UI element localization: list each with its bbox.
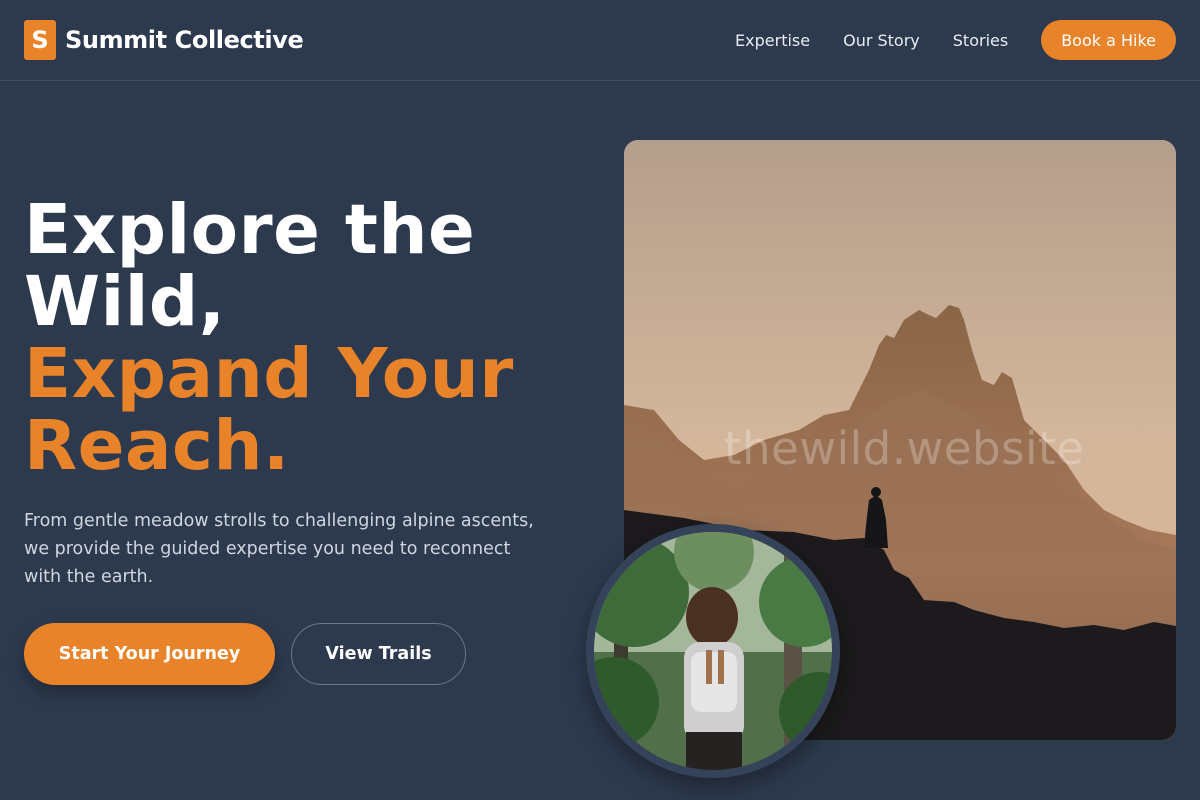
watermark-text: thewild.website (724, 422, 1085, 475)
nav-link-stories[interactable]: Stories (953, 31, 1008, 50)
forest-hiker-photo (586, 524, 840, 778)
brand-name: Summit Collective (65, 26, 304, 54)
hero-title: Explore the Wild, Expand Your Reach. (24, 194, 604, 482)
hero-title-line-3: Expand Your (24, 334, 514, 414)
nav-link-our-story[interactable]: Our Story (843, 31, 920, 50)
forest-illustration (594, 532, 832, 770)
hero-title-line-1: Explore the (24, 190, 476, 270)
main-nav: Expertise Our Story Stories Book a Hike (735, 20, 1176, 60)
hero-title-line-4: Reach. (24, 406, 290, 486)
page: S Summit Collective Expertise Our Story … (0, 0, 1200, 800)
logo-mark: S (24, 20, 56, 60)
hero-description: From gentle meadow strolls to challengin… (24, 511, 534, 587)
hero-title-line-2: Wild, (24, 262, 226, 342)
start-your-journey-button[interactable]: Start Your Journey (24, 623, 275, 685)
site-header: S Summit Collective Expertise Our Story … (0, 0, 1200, 81)
logo[interactable]: S Summit Collective (24, 20, 304, 60)
book-a-hike-button[interactable]: Book a Hike (1041, 20, 1176, 60)
nav-link-expertise[interactable]: Expertise (735, 31, 810, 50)
view-trails-button[interactable]: View Trails (291, 623, 466, 685)
